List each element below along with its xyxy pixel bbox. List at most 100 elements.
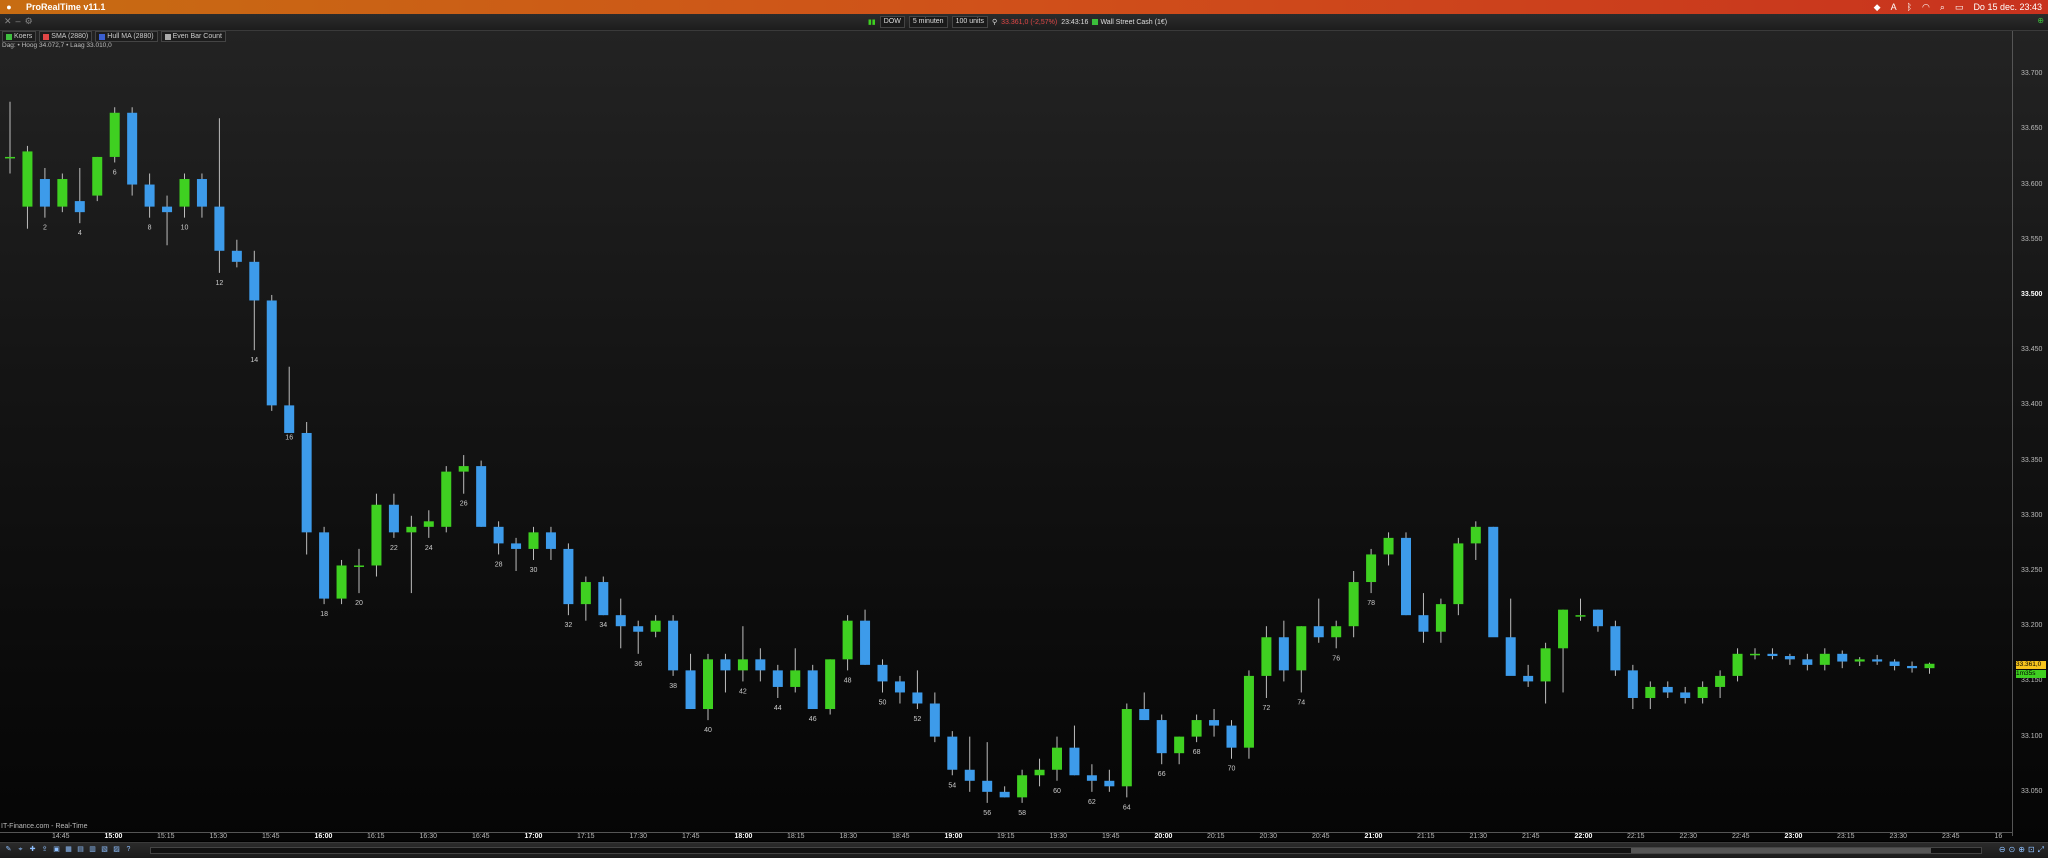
candle[interactable] bbox=[1435, 598, 1446, 643]
lock-icon[interactable]: ⚲ bbox=[992, 18, 997, 26]
candle[interactable] bbox=[1069, 725, 1080, 776]
candle[interactable] bbox=[703, 653, 713, 721]
candle[interactable] bbox=[929, 692, 940, 743]
candle[interactable] bbox=[772, 664, 783, 698]
candle[interactable] bbox=[668, 615, 679, 676]
candle[interactable] bbox=[877, 659, 888, 693]
candle[interactable] bbox=[860, 609, 871, 665]
candle[interactable] bbox=[1610, 620, 1621, 676]
chart-type-icon[interactable]: ▮▮ bbox=[868, 18, 876, 26]
candle[interactable] bbox=[1715, 670, 1726, 698]
candle[interactable] bbox=[563, 543, 574, 616]
candle[interactable] bbox=[1017, 769, 1028, 803]
candle[interactable] bbox=[1732, 648, 1743, 682]
candle[interactable] bbox=[1645, 681, 1656, 710]
candle[interactable] bbox=[982, 742, 993, 803]
candle[interactable] bbox=[1575, 598, 1586, 621]
grid-icon[interactable]: ▦ bbox=[64, 845, 73, 854]
candle[interactable] bbox=[807, 664, 818, 710]
candle[interactable] bbox=[615, 598, 626, 649]
candle[interactable] bbox=[162, 195, 173, 246]
candle[interactable] bbox=[1383, 532, 1394, 566]
candle[interactable] bbox=[1104, 769, 1115, 792]
candle[interactable] bbox=[511, 537, 522, 571]
search-icon[interactable]: ⌕ bbox=[1940, 2, 1945, 13]
candle[interactable] bbox=[1854, 657, 1865, 666]
candle[interactable] bbox=[720, 653, 731, 693]
candle[interactable] bbox=[406, 515, 417, 594]
candlestick-svg[interactable]: 2468 10121416182022 2426283032 343638404244… bbox=[0, 31, 2048, 841]
candle[interactable] bbox=[441, 466, 452, 533]
minimize-icon[interactable]: – bbox=[16, 16, 21, 27]
candle[interactable] bbox=[1470, 521, 1481, 560]
candle[interactable] bbox=[1819, 648, 1830, 671]
candle[interactable] bbox=[1331, 620, 1342, 649]
time-scrollbar[interactable] bbox=[150, 847, 1982, 854]
candle[interactable] bbox=[650, 615, 661, 638]
candle[interactable] bbox=[1191, 714, 1202, 743]
screen-icon[interactable]: ▭ bbox=[1955, 2, 1964, 13]
candle[interactable] bbox=[1505, 598, 1516, 676]
candle[interactable] bbox=[1750, 648, 1760, 660]
instrument-select[interactable]: DOW bbox=[879, 16, 905, 28]
candle[interactable] bbox=[633, 620, 644, 654]
candle[interactable] bbox=[423, 510, 434, 538]
candle[interactable] bbox=[1872, 654, 1883, 665]
units-select[interactable]: 100 units bbox=[951, 16, 988, 28]
candle[interactable] bbox=[1784, 653, 1795, 665]
zoom-out-icon[interactable]: ⊖ bbox=[1999, 845, 2006, 855]
candle[interactable] bbox=[1767, 648, 1778, 660]
candle[interactable] bbox=[1296, 626, 1307, 693]
candle[interactable] bbox=[1558, 609, 1569, 693]
candle[interactable] bbox=[1401, 532, 1411, 616]
candle[interactable] bbox=[790, 648, 801, 693]
candle[interactable] bbox=[301, 421, 312, 555]
cursor-icon[interactable]: ⌖ bbox=[16, 845, 25, 854]
share-icon[interactable]: ⇪ bbox=[40, 845, 49, 854]
apple-icon[interactable]: ● bbox=[0, 2, 18, 12]
pencil-icon[interactable]: ✎ bbox=[4, 845, 13, 854]
fullscreen-icon[interactable]: ⤢ bbox=[2038, 845, 2044, 855]
candle[interactable] bbox=[22, 145, 33, 229]
candle[interactable] bbox=[1348, 571, 1359, 638]
candle[interactable] bbox=[179, 173, 190, 218]
candle[interactable] bbox=[598, 576, 609, 616]
window-icon[interactable]: ▣ bbox=[52, 845, 61, 854]
candle[interactable] bbox=[1889, 659, 1900, 671]
candle[interactable] bbox=[214, 118, 225, 273]
legend-item[interactable]: SMA (2880) bbox=[39, 31, 93, 42]
candle[interactable] bbox=[249, 250, 260, 351]
candle[interactable] bbox=[109, 107, 120, 163]
price-chart[interactable]: 2 4 6 8 10 12 14 16 18 20 22 24 26 28 30 32 34 36 38 40 42 44… bbox=[0, 31, 2048, 841]
candle[interactable] bbox=[1453, 537, 1464, 616]
candle[interactable] bbox=[894, 675, 905, 704]
help-icon[interactable]: ? bbox=[124, 845, 133, 854]
candle[interactable] bbox=[825, 659, 836, 715]
candle[interactable] bbox=[1680, 686, 1691, 704]
candle[interactable] bbox=[319, 526, 330, 605]
candle[interactable] bbox=[545, 526, 556, 560]
clock[interactable]: Do 15 dec. 23:43 bbox=[1973, 2, 2042, 12]
candle[interactable] bbox=[458, 455, 469, 494]
candle[interactable] bbox=[1837, 650, 1848, 669]
candle[interactable] bbox=[964, 736, 975, 792]
timeframe-select[interactable]: 5 minuten bbox=[908, 16, 948, 28]
candle[interactable] bbox=[388, 493, 399, 538]
candle[interactable] bbox=[371, 493, 382, 577]
save-icon[interactable]: ▧ bbox=[100, 845, 109, 854]
legend-item[interactable]: Hull MA (2880) bbox=[95, 31, 158, 42]
candle[interactable] bbox=[1627, 664, 1638, 710]
candle[interactable] bbox=[1924, 662, 1935, 674]
candle[interactable] bbox=[74, 167, 85, 224]
candle[interactable] bbox=[1418, 593, 1429, 643]
zoom-fit-icon[interactable]: ⊡ bbox=[2028, 845, 2035, 855]
candle[interactable] bbox=[5, 101, 15, 174]
candle[interactable] bbox=[1139, 692, 1150, 721]
layout-icon[interactable]: ▥ bbox=[88, 845, 97, 854]
candle[interactable] bbox=[1802, 653, 1813, 671]
candle[interactable] bbox=[231, 239, 242, 268]
candle[interactable] bbox=[1662, 681, 1673, 698]
candle[interactable] bbox=[999, 786, 1010, 798]
candle[interactable] bbox=[685, 653, 696, 710]
legend-item[interactable]: Koers bbox=[2, 31, 37, 42]
